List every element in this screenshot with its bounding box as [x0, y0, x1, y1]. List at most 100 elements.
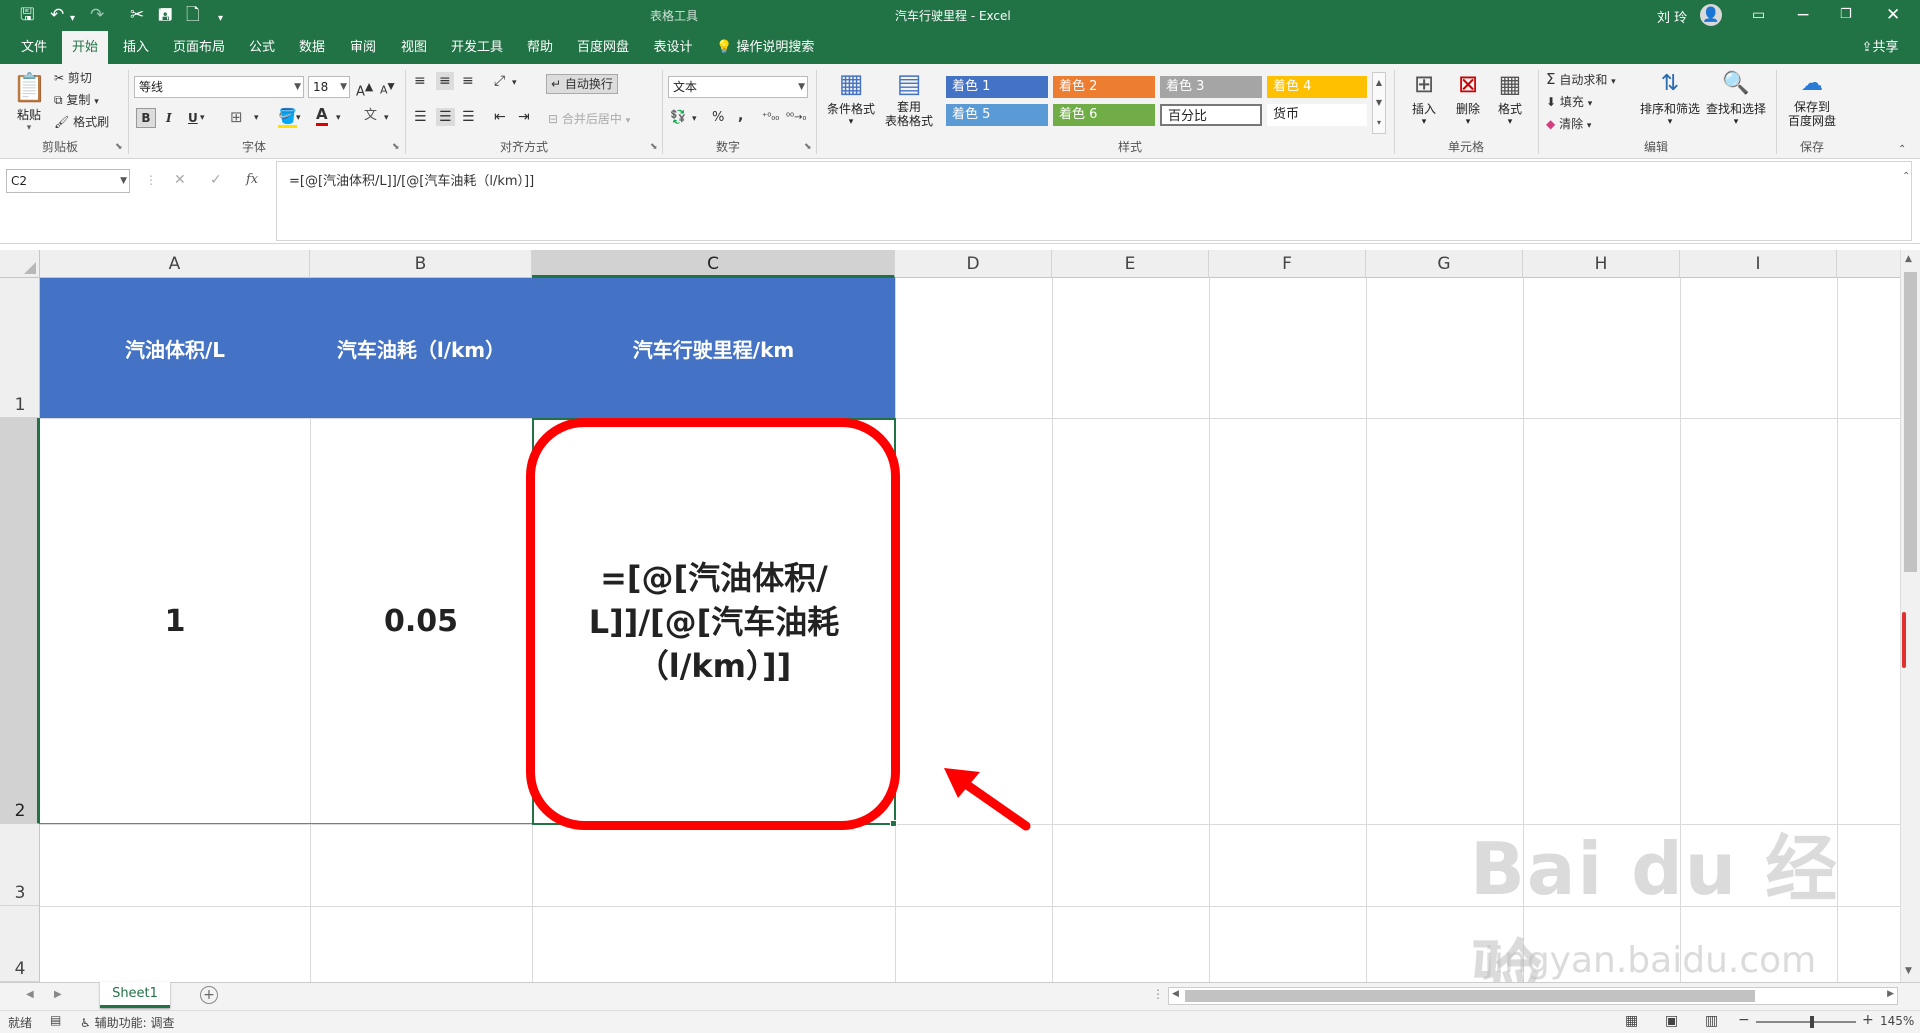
col-header-f[interactable]: F: [1209, 250, 1366, 278]
zoom-in-icon[interactable]: +: [1862, 1012, 1874, 1028]
comma-style-button[interactable]: ,: [738, 107, 743, 125]
conditional-format-button[interactable]: ▦ 条件格式 ▾: [824, 68, 878, 127]
col-header-i[interactable]: I: [1680, 250, 1837, 278]
split-handle-icon[interactable]: ⋮: [1152, 987, 1164, 1001]
tell-me-box[interactable]: 💡 操作说明搜索: [716, 31, 836, 64]
tab-developer[interactable]: 开发工具: [444, 31, 510, 64]
zoom-slider[interactable]: [1756, 1016, 1856, 1028]
align-middle-icon[interactable]: ≡: [436, 72, 454, 90]
share-button[interactable]: ⇪共享: [1850, 31, 1910, 64]
cell-a1[interactable]: 汽油体积/L: [40, 278, 310, 418]
row-header-1[interactable]: 1: [0, 278, 40, 418]
collapse-ribbon-icon[interactable]: ⌃: [1898, 144, 1906, 155]
format-painter-button[interactable]: 🖌 格式刷: [54, 113, 109, 131]
align-top-icon[interactable]: ≡: [414, 72, 426, 90]
cell-a2[interactable]: 1: [40, 419, 310, 824]
scroll-right-icon[interactable]: ▶: [1887, 989, 1894, 999]
tab-page-layout[interactable]: 页面布局: [166, 31, 232, 64]
font-name-combo[interactable]: 等线 ▼: [134, 76, 304, 98]
accessibility-status[interactable]: ♿ 辅助功能: 调查: [80, 1014, 174, 1031]
font-color-dropdown-icon[interactable]: ▾: [336, 109, 341, 127]
user-name[interactable]: 刘 玲: [1657, 7, 1687, 26]
tab-file[interactable]: 文件: [14, 31, 54, 64]
close-icon[interactable]: ✕: [1886, 5, 1900, 25]
style-accent-5[interactable]: 着色 5: [946, 104, 1048, 126]
paste-dropdown-icon[interactable]: ▾: [12, 123, 46, 133]
hscroll-thumb[interactable]: [1185, 990, 1755, 1002]
col-header-d[interactable]: D: [895, 250, 1052, 278]
align-bottom-icon[interactable]: ≡: [462, 72, 474, 90]
tab-home[interactable]: 开始: [62, 31, 108, 64]
fill-button[interactable]: ⬇ 填充 ▾: [1546, 93, 1592, 113]
customize-qat-icon[interactable]: ▾: [218, 9, 223, 29]
add-sheet-icon[interactable]: +: [200, 986, 218, 1004]
tab-review[interactable]: 审阅: [343, 31, 383, 64]
orientation-icon[interactable]: ⤢: [494, 72, 505, 90]
font-size-combo[interactable]: 18 ▼: [308, 76, 350, 98]
copy-button[interactable]: ⧉ 复制 ▾: [54, 91, 99, 111]
decrease-indent-icon[interactable]: ⇤: [494, 108, 506, 126]
insert-cells-button[interactable]: ⊞ 插入 ▾: [1404, 68, 1444, 127]
col-header-a[interactable]: A: [40, 250, 310, 278]
zoom-slider-thumb[interactable]: [1810, 1016, 1814, 1028]
font-color-icon[interactable]: A: [316, 106, 328, 126]
clipboard-launcher-icon[interactable]: ⬊: [115, 142, 123, 152]
cut-icon[interactable]: ✂: [130, 5, 144, 25]
sheet-tab-sheet1[interactable]: Sheet1: [100, 982, 170, 1008]
styles-scroll[interactable]: ▲ ▼ ▾: [1372, 72, 1386, 134]
save-icon[interactable]: 🖫: [20, 5, 34, 25]
style-accent-6[interactable]: 着色 6: [1053, 104, 1155, 126]
page-layout-view-icon[interactable]: ▣: [1665, 1013, 1678, 1029]
undo-dropdown-icon[interactable]: ▾: [70, 9, 75, 29]
cancel-entry-icon[interactable]: ✕: [174, 172, 186, 188]
fill-color-icon[interactable]: 🪣: [278, 107, 297, 128]
normal-view-icon[interactable]: ▦: [1625, 1013, 1638, 1029]
row-header-3[interactable]: 3: [0, 824, 40, 906]
align-left-icon[interactable]: ☰: [414, 108, 427, 126]
prev-sheet-icon[interactable]: ◀: [26, 989, 34, 1000]
decrease-font-icon[interactable]: A▼: [380, 78, 395, 100]
formula-input[interactable]: =[@[汽油体积/L]]/[@[汽车油耗（l/km）]]: [276, 161, 1912, 241]
zoom-out-icon[interactable]: −: [1738, 1012, 1750, 1028]
scroll-thumb[interactable]: [1904, 272, 1917, 572]
style-accent-4[interactable]: 着色 4: [1267, 76, 1367, 98]
formula-bar-collapse-icon[interactable]: ⌃: [1902, 171, 1910, 182]
increase-font-icon[interactable]: A▲: [356, 78, 373, 101]
underline-button[interactable]: U: [188, 109, 198, 127]
fill-handle[interactable]: [890, 820, 897, 827]
cut-button[interactable]: ✂ 剪切: [54, 69, 92, 87]
sort-filter-button[interactable]: ⇅ 排序和筛选 ▾: [1638, 68, 1702, 127]
scroll-left-icon[interactable]: ◀: [1172, 989, 1179, 999]
vertical-scrollbar[interactable]: ▲ ▼: [1900, 250, 1920, 982]
col-header-e[interactable]: E: [1052, 250, 1209, 278]
save-as-icon[interactable]: 🖪: [158, 5, 172, 25]
confirm-entry-icon[interactable]: ✓: [210, 172, 222, 188]
macro-record-icon[interactable]: ▤: [50, 1013, 61, 1027]
underline-dropdown-icon[interactable]: ▾: [200, 109, 205, 127]
decrease-decimal-icon[interactable]: ⁰⁰→₀: [786, 109, 806, 127]
scroll-down-icon[interactable]: ▼: [1905, 966, 1912, 976]
border-dropdown-icon[interactable]: ▾: [254, 109, 259, 127]
horizontal-scrollbar[interactable]: ◀ ▶: [1168, 987, 1898, 1005]
accounting-format-icon[interactable]: 💱: [670, 109, 686, 127]
paste-button[interactable]: 📋 粘贴 ▾: [12, 70, 47, 133]
save-to-netdisk-button[interactable]: ☁ 保存到 百度网盘: [1782, 68, 1842, 128]
tab-help[interactable]: 帮助: [520, 31, 560, 64]
next-sheet-icon[interactable]: ▶: [54, 989, 62, 1000]
tab-table-design[interactable]: 表设计: [646, 31, 700, 64]
zoom-level[interactable]: 145%: [1880, 1014, 1914, 1028]
find-select-button[interactable]: 🔍 查找和选择 ▾: [1704, 68, 1768, 127]
accounting-dropdown-icon[interactable]: ▾: [692, 110, 697, 128]
tab-data[interactable]: 数据: [292, 31, 332, 64]
style-accent-1[interactable]: 着色 1: [946, 76, 1048, 98]
ribbon-display-icon[interactable]: ▭: [1752, 5, 1765, 25]
select-all-corner[interactable]: [0, 250, 40, 278]
phonetic-icon[interactable]: 文: [364, 107, 377, 125]
italic-button[interactable]: I: [166, 109, 172, 127]
insert-function-icon[interactable]: fx: [246, 172, 258, 187]
font-launcher-icon[interactable]: ⬊: [392, 142, 400, 152]
redo-icon[interactable]: ↷: [90, 5, 104, 25]
orientation-dropdown-icon[interactable]: ▾: [512, 74, 517, 92]
format-as-table-button[interactable]: ▤ 套用 表格格式: [880, 68, 938, 128]
tab-view[interactable]: 视图: [394, 31, 434, 64]
